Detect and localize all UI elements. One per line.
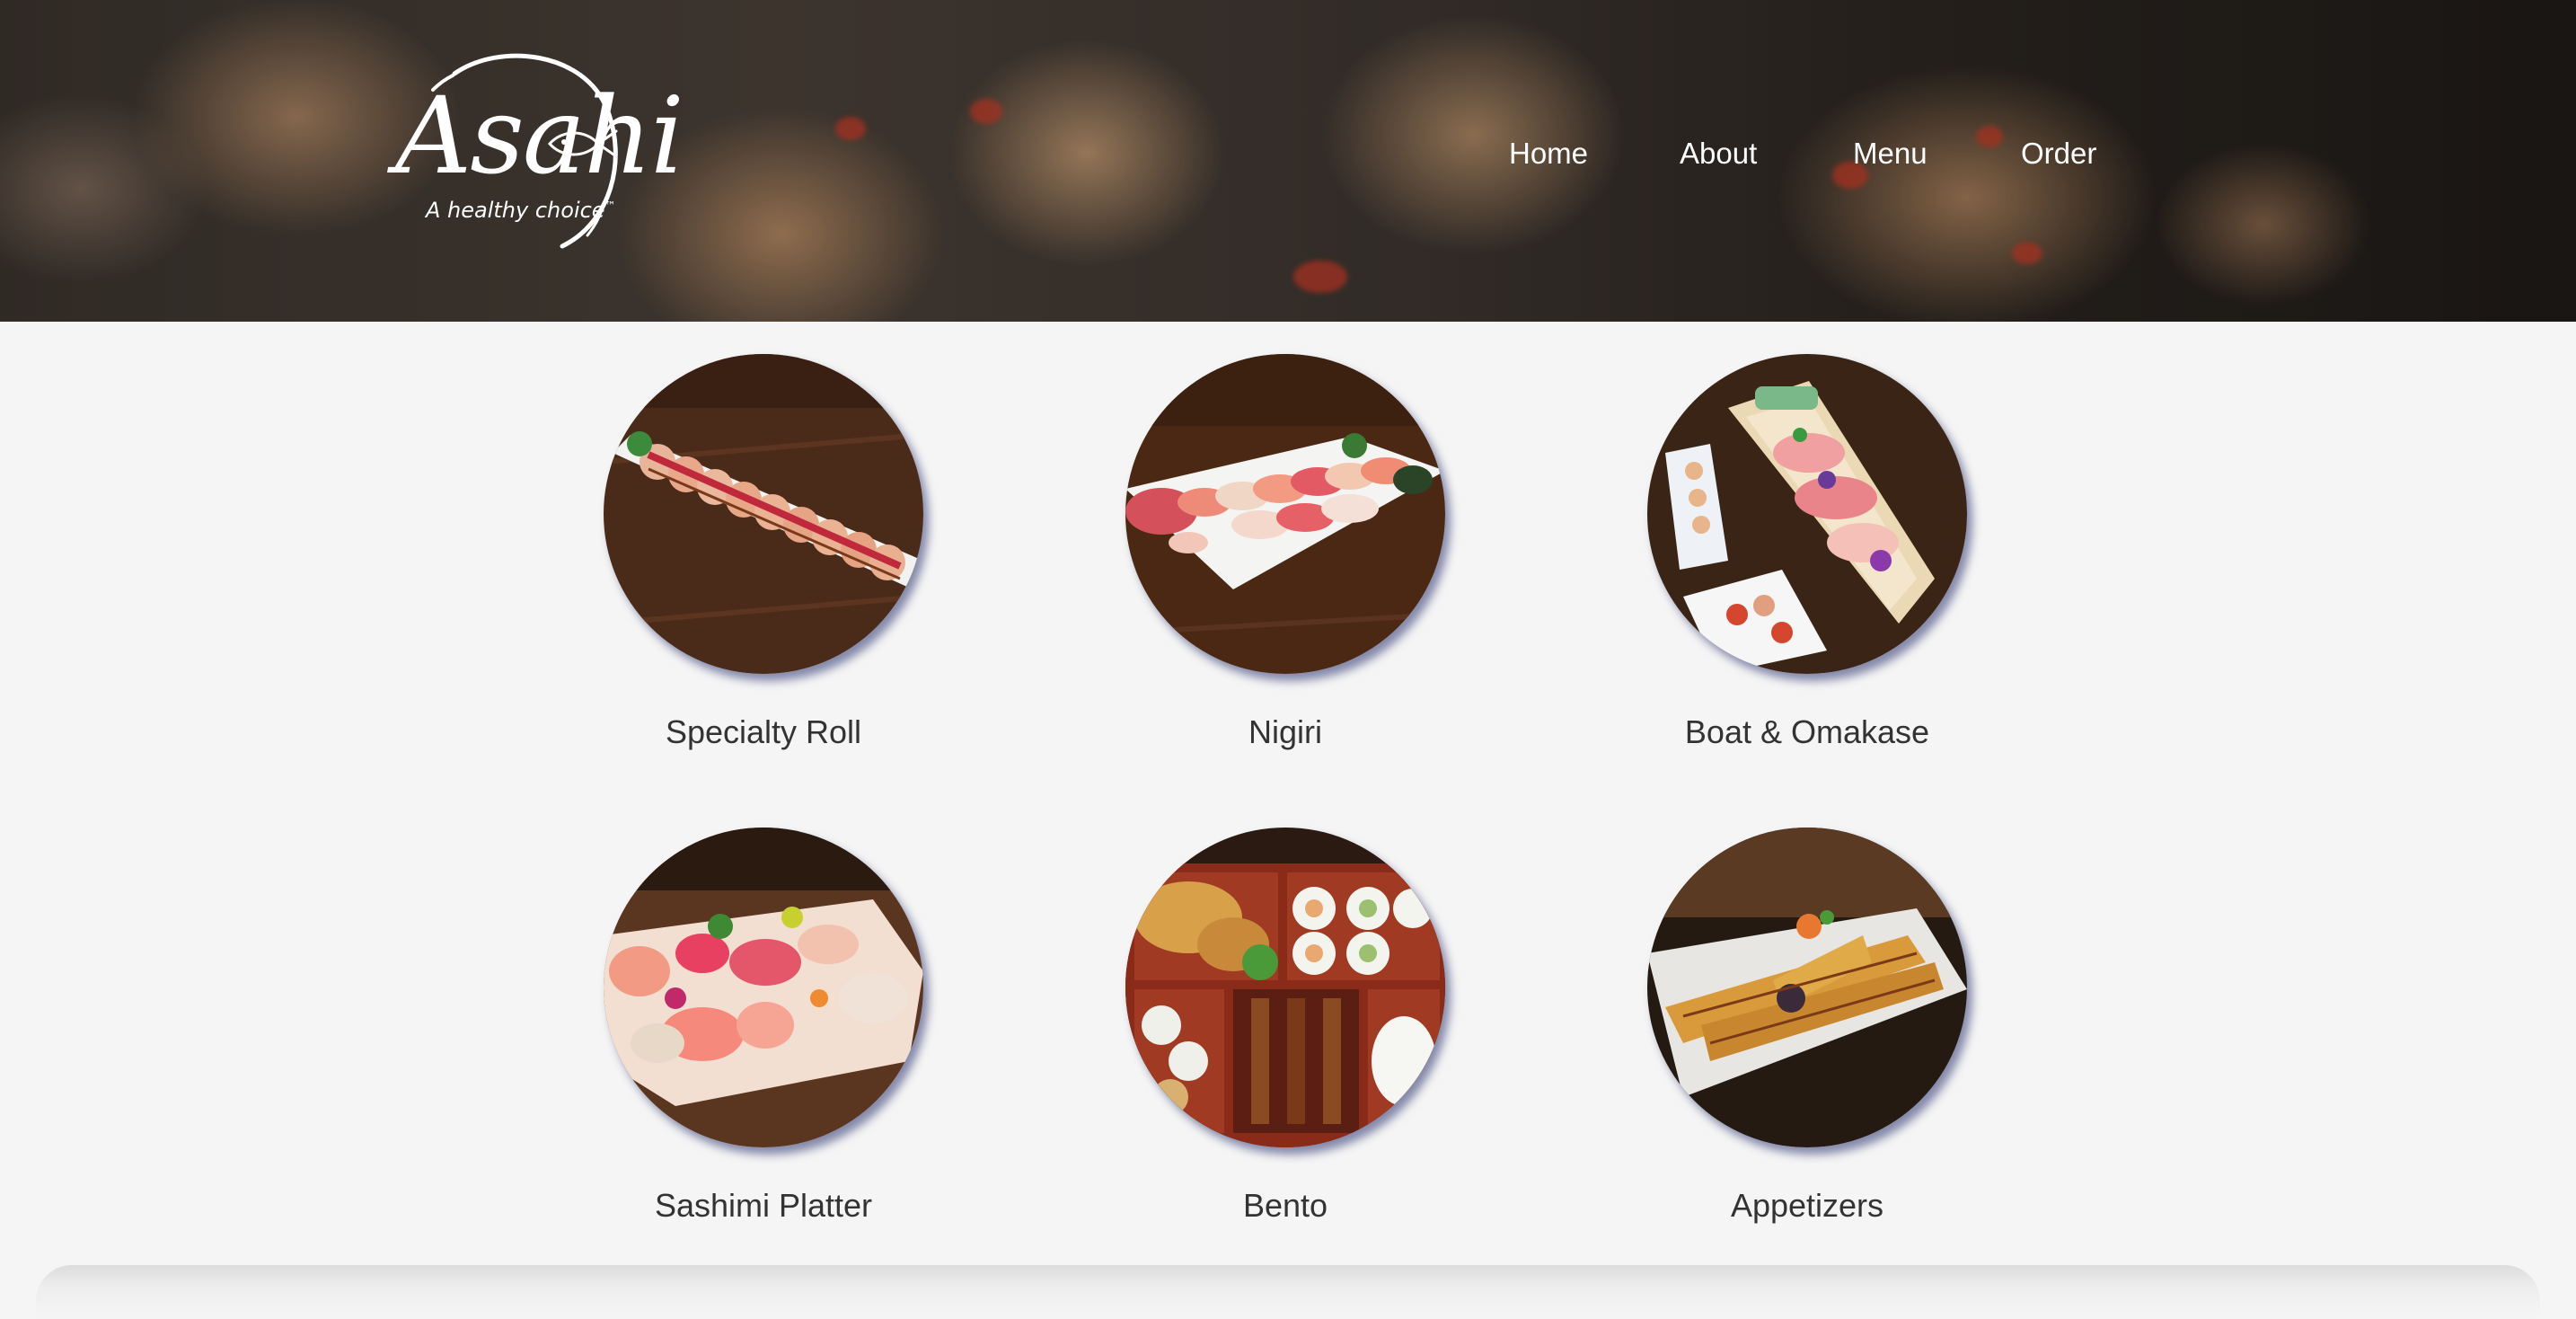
menu-card-label[interactable]: Appetizers (1619, 1187, 1996, 1225)
nav-about[interactable]: About (1680, 137, 1757, 171)
menu-card-label[interactable]: Specialty Roll (575, 713, 952, 751)
menu-card-label[interactable]: Boat & Omakase (1619, 713, 1996, 751)
bento-image[interactable] (1125, 828, 1445, 1147)
menu-category-grid: Specialty Roll Nigiri Boat & Omakase Sas… (0, 322, 2576, 1265)
nav-menu[interactable]: Menu (1853, 137, 1928, 171)
footer-edge-shadow (36, 1265, 2540, 1319)
hero-header: Asahi A healthy choice™ Home About Menu … (0, 0, 2576, 322)
nigiri-image[interactable] (1125, 354, 1445, 674)
specialty-roll-image[interactable] (604, 354, 923, 674)
menu-card-sashimi-platter[interactable]: Sashimi Platter (575, 795, 952, 1244)
menu-card-nigiri[interactable]: Nigiri (1097, 322, 1474, 771)
main-nav: Home About Menu Order (0, 137, 2576, 181)
appetizers-image[interactable] (1647, 828, 1967, 1147)
brand-tagline: A healthy choice™ (426, 198, 616, 223)
nav-order[interactable]: Order (2021, 137, 2096, 171)
menu-card-specialty-roll[interactable]: Specialty Roll (575, 322, 952, 771)
menu-card-bento[interactable]: Bento (1097, 795, 1474, 1244)
boat-omakase-image[interactable] (1647, 354, 1967, 674)
nav-home[interactable]: Home (1509, 137, 1588, 171)
menu-card-label[interactable]: Nigiri (1097, 713, 1474, 751)
menu-card-label[interactable]: Bento (1097, 1187, 1474, 1225)
sashimi-platter-image[interactable] (604, 828, 923, 1147)
menu-card-label[interactable]: Sashimi Platter (575, 1187, 952, 1225)
menu-card-appetizers[interactable]: Appetizers (1619, 795, 1996, 1244)
menu-card-boat-omakase[interactable]: Boat & Omakase (1619, 322, 1996, 771)
